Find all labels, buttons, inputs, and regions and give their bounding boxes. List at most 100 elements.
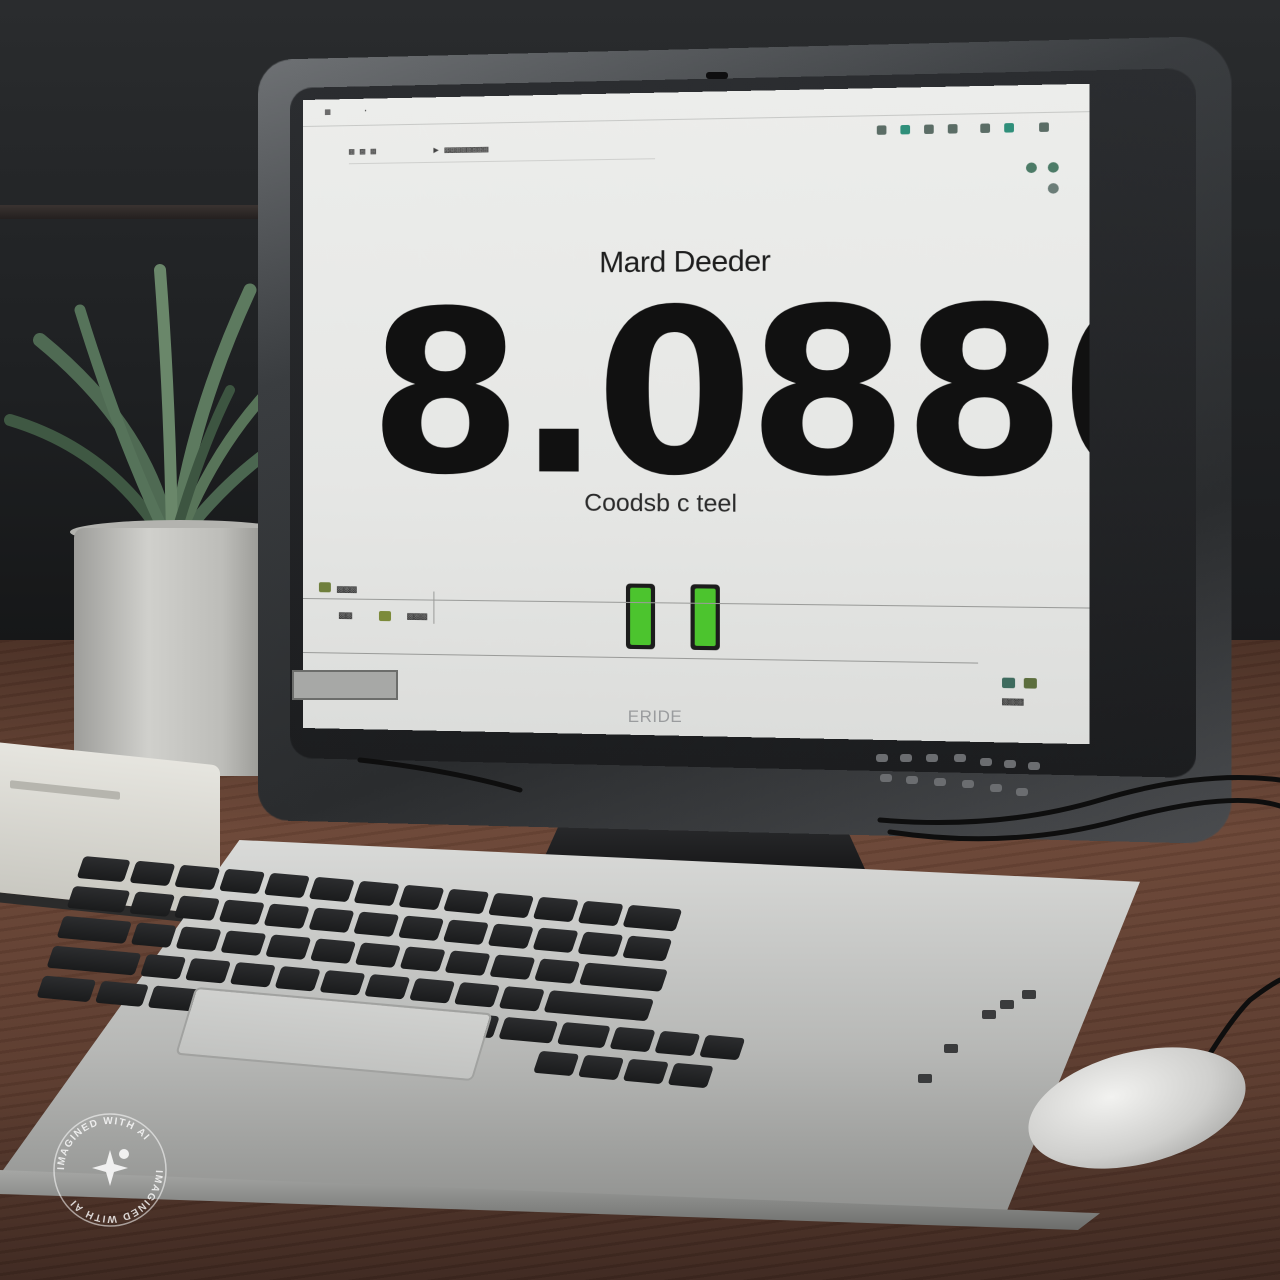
keyboard-key — [46, 945, 142, 976]
status-icon — [1047, 162, 1059, 173]
keyboard-key — [263, 903, 310, 929]
port-icon — [918, 1074, 932, 1083]
toolbar-icon — [924, 124, 934, 135]
hardware-button — [934, 778, 946, 786]
keyboard-key — [487, 923, 534, 949]
panel-divider — [303, 652, 979, 664]
plant-pot — [74, 528, 286, 776]
keyboard-key — [532, 896, 580, 923]
keyboard-key — [609, 1026, 656, 1053]
keyboard-key — [398, 884, 445, 911]
keyboard-key — [654, 1030, 701, 1057]
sparkle-dot-icon — [119, 1149, 129, 1159]
hardware-button — [1016, 788, 1028, 796]
top-right-icons — [876, 120, 1072, 138]
keyboard-key — [577, 1054, 625, 1081]
keyboard-key — [265, 934, 312, 960]
keyboard-key — [698, 1034, 746, 1061]
keyboard-key — [533, 958, 581, 984]
keyboard-key — [442, 919, 490, 945]
keyboard-key — [353, 880, 400, 907]
keyboard-key — [399, 946, 446, 972]
webcam-icon — [706, 72, 728, 79]
numeric-readout: 8.08800 — [368, 254, 1090, 532]
toolbar-icon — [900, 124, 911, 135]
keyboard-key — [453, 982, 501, 1008]
keyboard-key — [184, 958, 232, 984]
hardware-button — [990, 784, 1002, 792]
panel-divider — [303, 598, 1090, 609]
keyboard-key — [444, 950, 491, 976]
toolbar-icons: ▶ ▩▩▩▩▩▩▩▩ — [433, 144, 489, 156]
port-icon — [982, 1010, 996, 1019]
monitor-label-plate — [292, 670, 398, 700]
panel-chip-icon — [1002, 677, 1016, 689]
keyboard-key — [621, 935, 673, 962]
hardware-button — [880, 774, 892, 782]
port-icon — [1022, 990, 1036, 999]
badge-text: IMAGINED WITH AI — [68, 1170, 164, 1224]
keyboard-key — [487, 892, 535, 919]
hardware-button — [954, 754, 966, 762]
keyboard-key — [128, 891, 176, 917]
keyboard-key — [556, 1022, 611, 1049]
keyboard-key — [175, 926, 222, 952]
keyboard-key — [218, 899, 265, 925]
hardware-button — [962, 780, 974, 788]
keyboard-key — [66, 885, 131, 913]
panel-glyphs: ▩▩▩ — [407, 609, 428, 623]
keyboard-key — [56, 915, 133, 944]
keyboard-key — [139, 954, 187, 980]
hardware-button — [980, 758, 992, 766]
keyboard-key — [533, 1050, 580, 1077]
status-icon — [1047, 183, 1059, 194]
monitor-hardware-buttons — [870, 748, 1050, 808]
monitor-screen: ▦ ⋅ ▩ ▩ ▩ ▶ ▩▩▩▩▩▩▩▩ Mard Deeder 8.08800… — [303, 83, 1090, 745]
keyboard-key — [174, 864, 221, 891]
keyboard-key — [129, 860, 176, 887]
status-icon — [1025, 162, 1037, 174]
keyboard-key — [308, 876, 355, 903]
keyboard-key — [274, 966, 321, 992]
readout-label: Coodsb c teel — [584, 489, 738, 518]
keyboard-key — [173, 895, 221, 921]
keyboard-key — [498, 1016, 559, 1044]
keyboard-key — [94, 980, 149, 1007]
keyboard-key — [309, 938, 357, 964]
toolbar-icon — [980, 123, 991, 134]
window-menu-icon: ⋅ — [362, 106, 369, 117]
keyboard-key — [354, 942, 402, 968]
keyboard-key — [220, 930, 267, 956]
keyboard-key — [76, 856, 131, 883]
keyboard-key — [364, 974, 411, 1000]
keyboard-key — [577, 900, 624, 927]
keyboard-key — [353, 911, 400, 937]
toolbar-icon — [876, 125, 887, 135]
keyboard-key — [543, 990, 655, 1022]
panel-chip-icon — [318, 582, 331, 593]
badge-text: IMAGINED WITH AI — [56, 1116, 152, 1170]
keyboard-key — [667, 1062, 714, 1089]
port-icon — [1000, 1000, 1014, 1009]
keyboard-key — [397, 915, 445, 941]
keyboard-key — [622, 1058, 670, 1085]
keyboard-key — [408, 978, 456, 1004]
toolbar-icons: ▩ ▩ ▩ — [348, 146, 377, 158]
panel-glyphs: ▩▩▩ — [336, 582, 357, 596]
ai-watermark-badge: IMAGINED WITH AI IMAGINED WITH AI — [53, 1113, 167, 1227]
toolbar-icon — [1039, 122, 1049, 132]
keyboard-key — [36, 975, 97, 1003]
keyboard-key — [229, 962, 276, 988]
keyboard-key — [578, 962, 669, 992]
keyboard-key — [622, 904, 683, 932]
hardware-button — [1028, 762, 1040, 770]
port-icon — [944, 1044, 958, 1053]
hardware-button — [906, 776, 918, 784]
hardware-button — [1004, 760, 1016, 768]
toolbar-icon — [947, 124, 958, 134]
keyboard-key — [532, 927, 579, 953]
keyboard-key — [443, 888, 490, 915]
brand-logo: ERIDE — [627, 707, 683, 726]
keyboard-key — [130, 922, 177, 948]
keyboard-key — [218, 868, 266, 895]
